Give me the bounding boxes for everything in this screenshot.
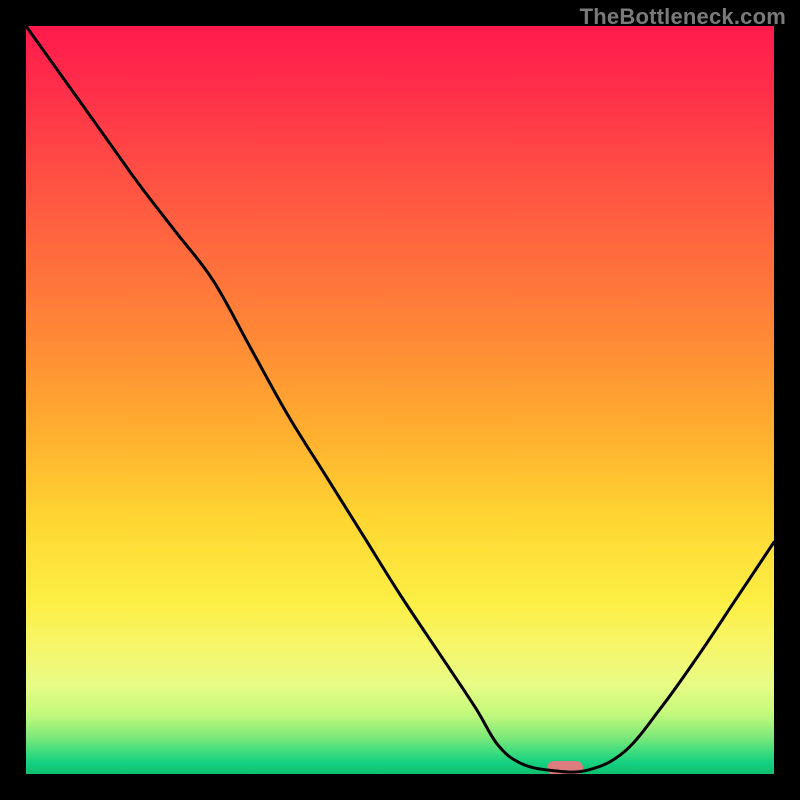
chart-frame: TheBottleneck.com xyxy=(0,0,800,800)
bottleneck-curve xyxy=(26,26,774,774)
watermark-label: TheBottleneck.com xyxy=(580,4,786,30)
plot-area xyxy=(26,26,774,774)
